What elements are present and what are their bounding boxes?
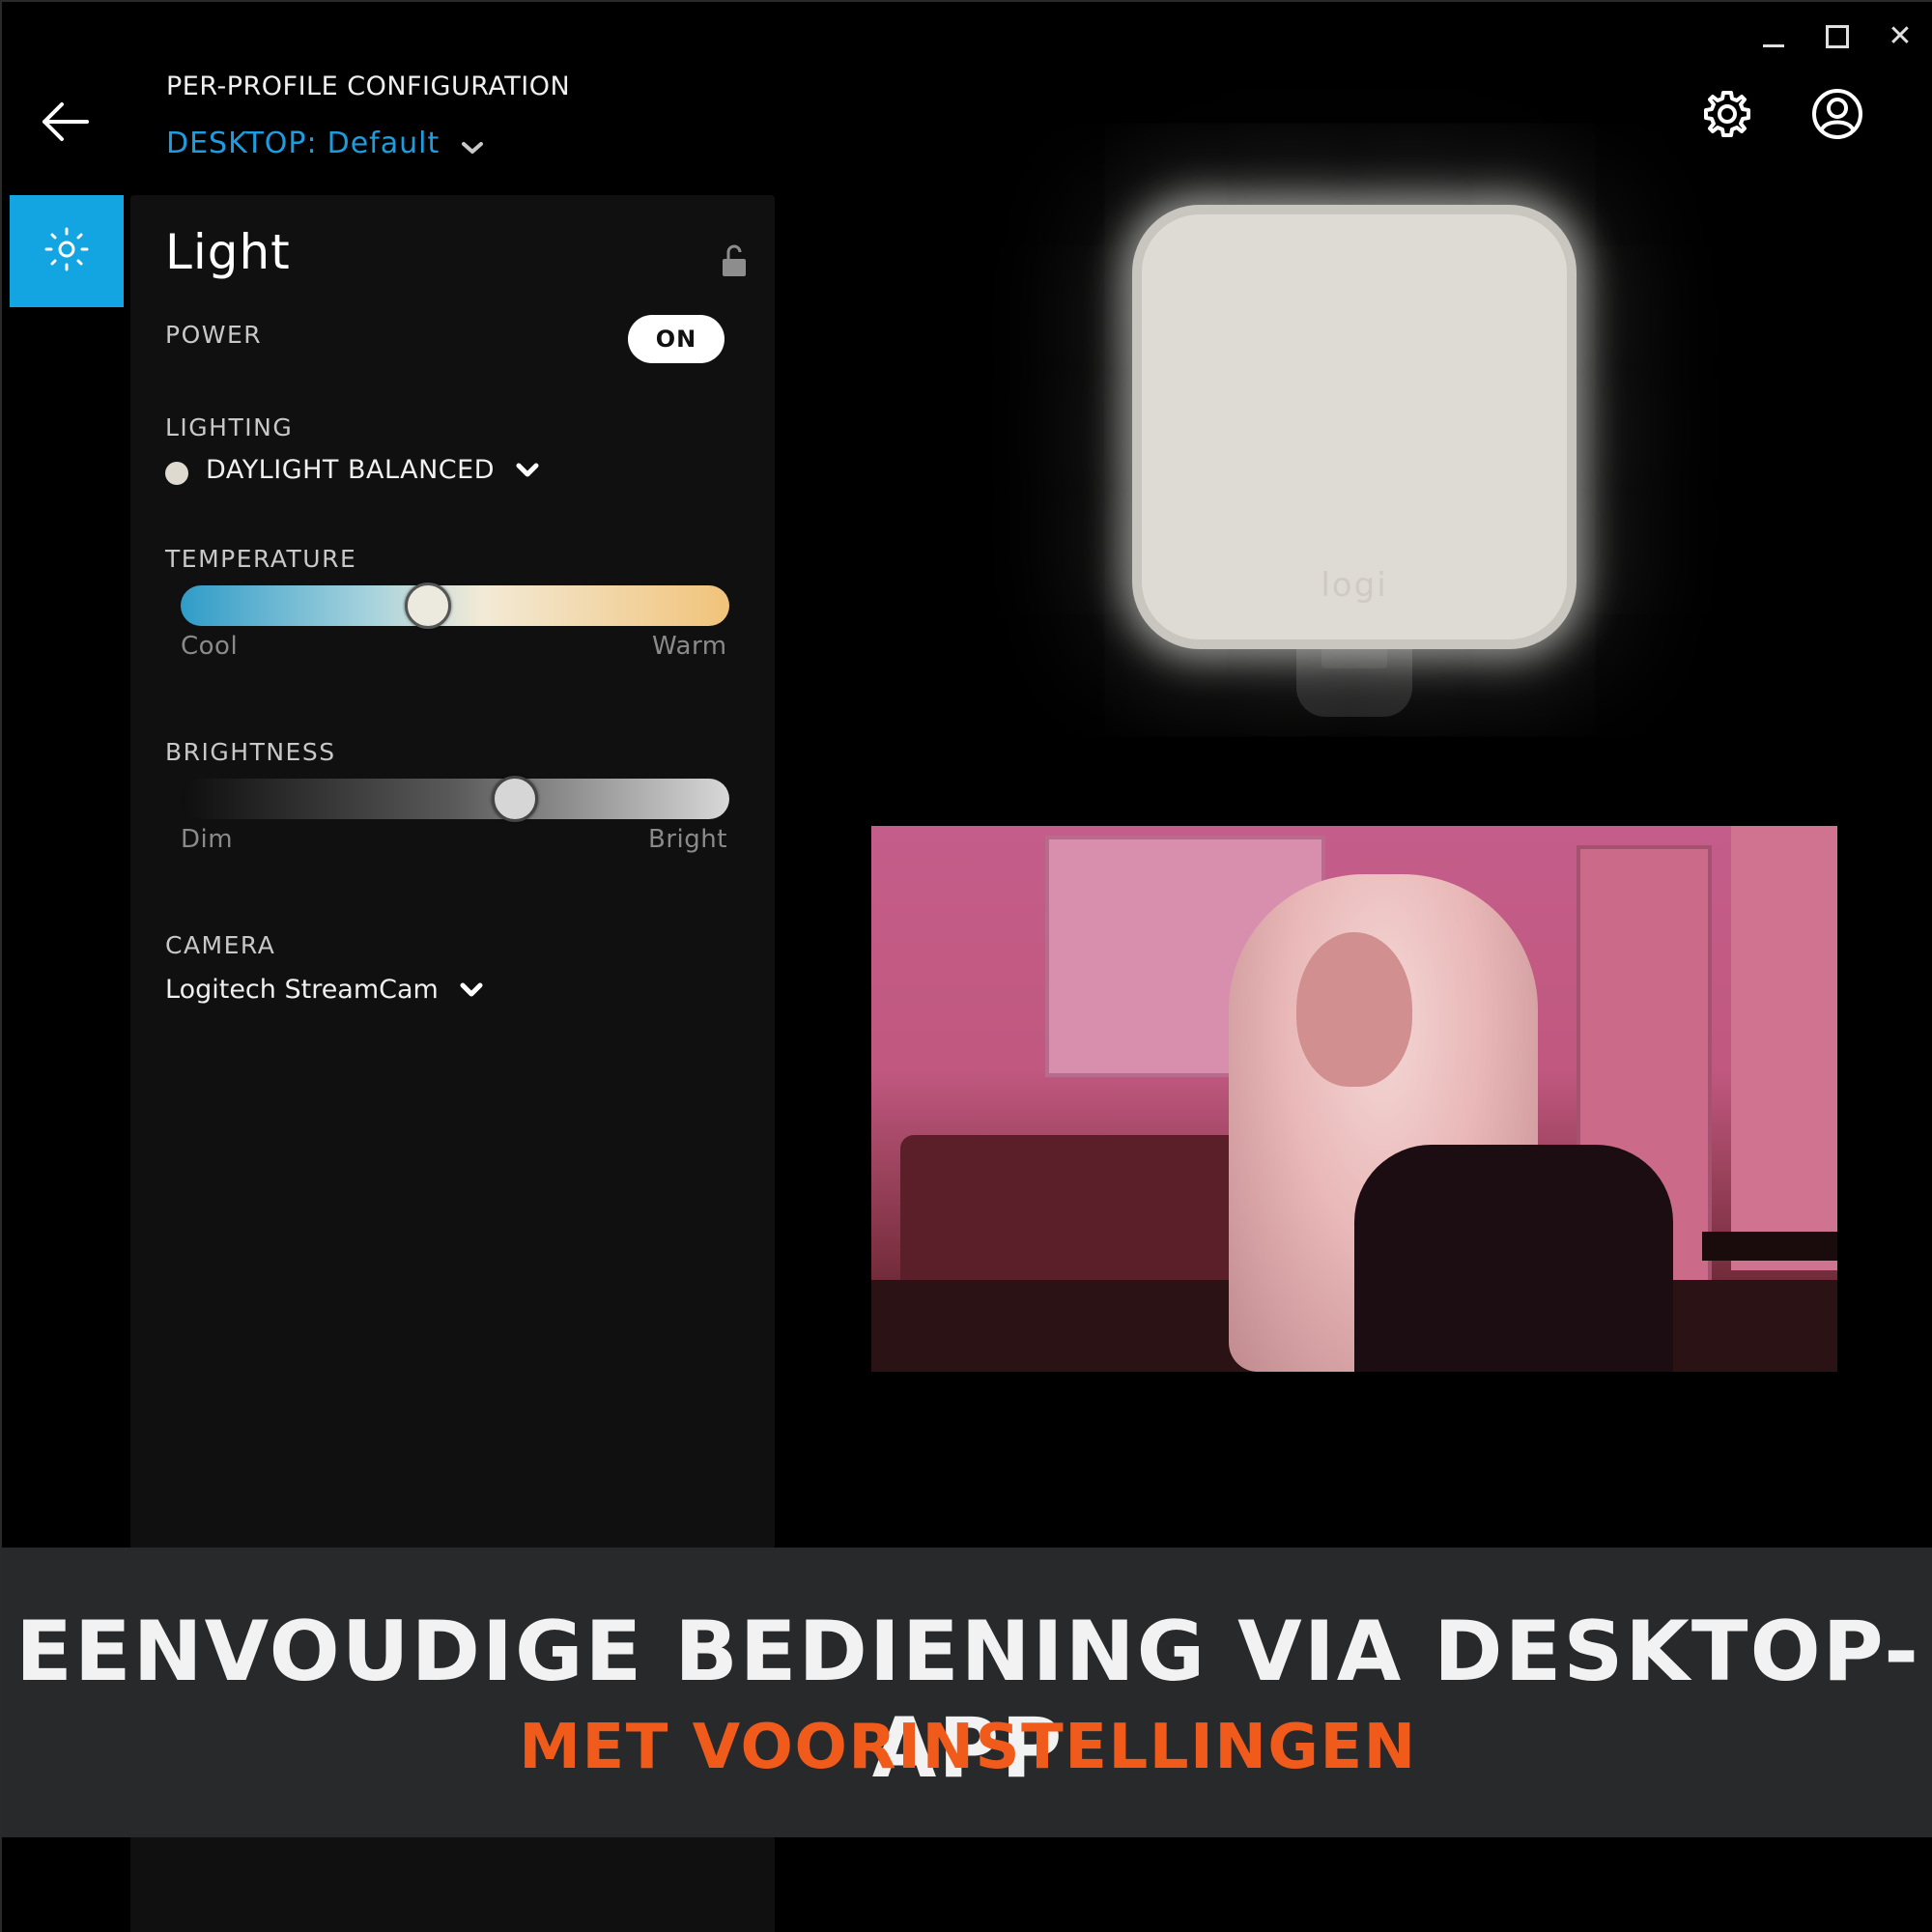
lock-open-icon[interactable] (720, 243, 749, 278)
power-label: POWER (165, 321, 263, 349)
light-device-illustration: logi (1016, 137, 1692, 755)
light-panel: logi (1132, 205, 1577, 649)
brightness-max-label: Bright (648, 825, 727, 854)
panel-title: Light (165, 224, 291, 280)
camera-value: Logitech StreamCam (165, 975, 439, 1005)
banner-subtitle: MET VOORINSTELLINGEN (519, 1712, 1417, 1783)
camera-preview (871, 826, 1837, 1372)
camera-dropdown[interactable]: Logitech StreamCam (165, 974, 483, 1006)
minimize-icon[interactable] (1754, 19, 1793, 54)
account-icon[interactable] (1810, 87, 1864, 141)
promo-banner: EENVOUDIGE BEDIENING VIA DESKTOP-APP MET… (2, 1548, 1932, 1837)
temperature-min-label: Cool (181, 632, 239, 661)
power-toggle[interactable]: ON (628, 315, 724, 363)
preview-person-face (1296, 932, 1412, 1087)
close-icon[interactable]: ✕ (1881, 19, 1919, 54)
lighting-dropdown[interactable]: DAYLIGHT BALANCED (165, 454, 539, 486)
temperature-label: TEMPERATURE (165, 545, 357, 573)
temperature-slider[interactable] (181, 582, 729, 629)
app-window: ✕ PER-PROFILE CONFIGURATION DESKTOP: Def… (0, 0, 1932, 1932)
light-mount (1296, 639, 1412, 717)
temperature-slider-thumb[interactable] (404, 582, 451, 629)
brightness-slider[interactable] (181, 776, 729, 822)
device-logo: logi (1321, 566, 1388, 605)
chevron-down-icon (460, 976, 483, 1006)
sidebar-item-light[interactable] (10, 195, 124, 307)
brightness-label: BRIGHTNESS (165, 738, 336, 766)
maximize-icon[interactable] (1818, 19, 1857, 54)
back-arrow-icon[interactable] (41, 99, 91, 145)
lighting-label: LIGHTING (165, 413, 294, 441)
brightness-min-label: Dim (181, 825, 234, 854)
light-icon (42, 224, 92, 278)
profile-value: Default (327, 127, 440, 160)
preview-wall-panel (1731, 826, 1837, 1270)
brightness-slider-thumb[interactable] (492, 776, 539, 822)
camera-label: CAMERA (165, 931, 276, 959)
gear-icon[interactable] (1700, 87, 1754, 141)
preview-table (1702, 1232, 1837, 1261)
profile-selector[interactable]: DESKTOP: Default (166, 124, 484, 163)
preview-sofa (900, 1135, 1248, 1299)
preview-person-body (1354, 1145, 1673, 1372)
page-title: PER-PROFILE CONFIGURATION (166, 71, 571, 101)
chevron-down-icon (516, 456, 539, 486)
lighting-swatch (165, 461, 188, 485)
lighting-value: DAYLIGHT BALANCED (206, 455, 496, 485)
profile-label: DESKTOP: (166, 127, 318, 160)
temperature-max-label: Warm (652, 632, 727, 661)
chevron-down-icon (461, 129, 484, 163)
